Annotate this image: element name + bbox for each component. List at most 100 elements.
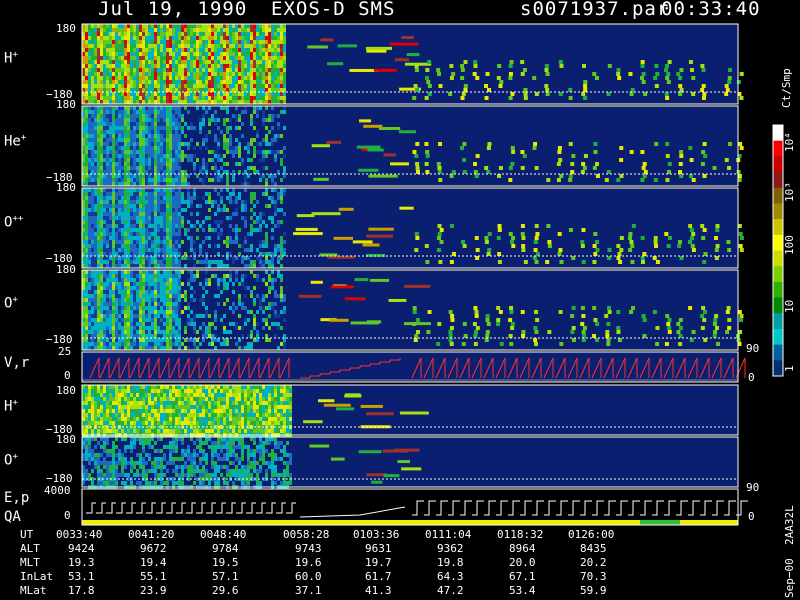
colorbar-segment — [773, 360, 783, 377]
table-row-label: MLT — [20, 556, 40, 569]
tick-vr-right-zero: 0 — [748, 371, 755, 384]
tick-h2-top: 180 — [56, 384, 76, 397]
table-cell: 37.1 — [295, 584, 322, 597]
tick-opp-top: 180 — [56, 181, 76, 194]
panel-label-h-plus-2: H+ — [4, 398, 18, 415]
table-row-label: UT — [20, 528, 34, 541]
colorbar-segment — [773, 250, 783, 267]
table-cell: 19.8 — [437, 556, 464, 569]
orbit-info-table: UT ALT MLT InLat MLat 0033:40 9424 19.3 53.1 17.8… — [0, 528, 760, 600]
colorbar-segment — [773, 234, 783, 251]
table-cell: 0103:36 — [353, 528, 400, 541]
table-cell: 41.3 — [365, 584, 392, 597]
colorbar-label-100: 100 — [783, 235, 796, 255]
table-cell: 9362 — [437, 542, 464, 555]
colorbar-segment — [773, 313, 783, 330]
table-cell: 64.3 — [437, 570, 464, 583]
table-cell: 9631 — [365, 542, 392, 555]
tick-op-top: 180 — [56, 263, 76, 276]
table-cell: 59.9 — [580, 584, 607, 597]
table-row-label: MLat — [20, 584, 47, 597]
table-cell: 70.3 — [580, 570, 607, 583]
table-cell: 0033:40 — [56, 528, 103, 541]
panel-label-o-plus: O+ — [4, 295, 18, 312]
table-cell: 0126:00 — [568, 528, 615, 541]
table-cell: 57.1 — [212, 570, 239, 583]
colorbar-label-10: 10 — [783, 299, 796, 313]
panel-label-o-plus-2: O+ — [4, 452, 18, 469]
tick-h-top: 180 — [56, 22, 76, 35]
table-cell: 0058:28 — [283, 528, 330, 541]
table-cell: 8964 — [509, 542, 536, 555]
colorbar-segment — [773, 219, 783, 236]
tick-ep-bottom: 0 — [64, 509, 71, 522]
tick-he-top: 180 — [56, 98, 76, 111]
colorbar-label-1e4: 10⁴ — [783, 132, 796, 152]
colorbar-segment — [773, 344, 783, 361]
table-cell: 0118:32 — [497, 528, 544, 541]
tick-o2-top: 180 — [56, 433, 76, 446]
panel-label-ep: E,p — [4, 490, 30, 506]
panel-ep-bg — [82, 489, 738, 525]
table-cell: 23.9 — [140, 584, 167, 597]
footer-code: Sep−00 2AA32L — [783, 505, 796, 598]
tick-vr-bottom: 0 — [64, 369, 71, 382]
tick-o2-right: 90 — [746, 481, 760, 494]
table-cell: 55.1 — [140, 570, 167, 583]
table-cell: 53.1 — [68, 570, 95, 583]
colorbar-segment — [773, 203, 783, 220]
table-cell: 0041:20 — [128, 528, 175, 541]
table-cell: 53.4 — [509, 584, 536, 597]
colorbar-segment — [773, 140, 783, 157]
colorbar-segment — [773, 156, 783, 173]
tick-ep-right-zero: 0 — [748, 510, 755, 523]
table-cell: 9743 — [295, 542, 322, 555]
table-cell: 19.3 — [68, 556, 95, 569]
table-cell: 60.0 — [295, 570, 322, 583]
colorbar-segment — [773, 187, 783, 204]
spectrogram-plots — [81, 23, 784, 526]
colorbar-label-1e3: 10³ — [783, 182, 796, 202]
table-cell: 29.6 — [212, 584, 239, 597]
header-time: 00:33:40 — [661, 0, 761, 20]
colorbar-units-label: Ct/Smp — [780, 68, 793, 108]
table-cell: 20.2 — [580, 556, 607, 569]
header-file: s0071937.par — [520, 0, 670, 20]
table-cell: 67.1 — [509, 570, 536, 583]
table-cell: 8435 — [580, 542, 607, 555]
panel-label-qa: QA — [4, 509, 21, 525]
colorbar-label-1: 1 — [783, 365, 796, 372]
table-cell: 17.8 — [68, 584, 95, 597]
colorbar-segment — [773, 297, 783, 314]
table-cell: 19.5 — [212, 556, 239, 569]
table-row-label: InLat — [20, 570, 54, 583]
tick-ep-top: 4000 — [44, 484, 71, 497]
table-cell: 9784 — [212, 542, 239, 555]
panel-label-o-plusplus: O++ — [4, 214, 24, 231]
colorbar-segment — [773, 172, 783, 189]
panel-label-h-plus: H+ — [4, 50, 18, 67]
header-date: Jul 19, 1990 — [98, 0, 248, 20]
table-cell: 47.2 — [437, 584, 464, 597]
colorbar-segment — [773, 266, 783, 283]
table-cell: 19.4 — [140, 556, 167, 569]
table-cell: 20.0 — [509, 556, 536, 569]
colorbar-segment — [773, 328, 783, 346]
qa-bar-green — [640, 520, 680, 525]
table-cell: 61.7 — [365, 570, 392, 583]
table-cell: 19.7 — [365, 556, 392, 569]
panel-label-vr: V,r — [4, 355, 30, 371]
panel-label-he-plus: He+ — [4, 133, 27, 150]
table-cell: 19.6 — [295, 556, 322, 569]
tick-vr-right: 90 — [746, 342, 760, 355]
header-instrument: EXOS-D SMS — [271, 0, 396, 20]
table-cell: 0111:04 — [425, 528, 472, 541]
table-cell: 9672 — [140, 542, 167, 555]
table-cell: 0048:40 — [200, 528, 247, 541]
table-cell: 9424 — [68, 542, 95, 555]
colorbar-segment — [773, 281, 783, 299]
tick-vr-top: 25 — [58, 345, 72, 358]
table-row-label: ALT — [20, 542, 40, 555]
colorbar-segment — [773, 125, 783, 142]
qa-bar — [82, 520, 738, 525]
